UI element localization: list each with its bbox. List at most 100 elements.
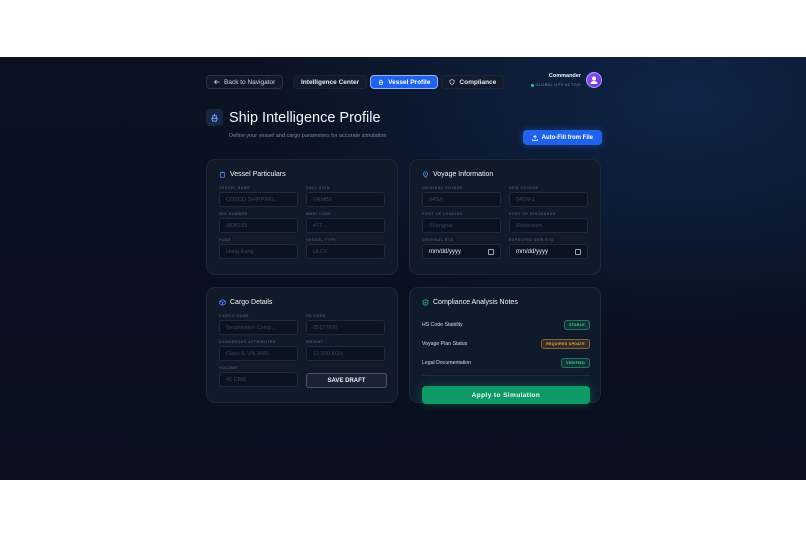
field-original-eta: ORIGINAL ETA mm/dd/yyyy bbox=[422, 238, 501, 259]
field-label: NEW VOYAGE bbox=[509, 186, 539, 190]
tab-label: Compliance bbox=[459, 78, 497, 86]
field-new-voyage: NEW VOYAGE 045W-1 bbox=[509, 186, 588, 207]
field-mmsi-code: MMSI CODE 477... bbox=[306, 212, 385, 233]
note-label: Voyage Plan Status bbox=[422, 340, 468, 347]
placeholder: Class 9, UN 3481 bbox=[226, 350, 270, 357]
cargo-fields: CARGO NAME Smartwatch Comp... HS CODE 8517… bbox=[219, 314, 387, 388]
placeholder: 477... bbox=[313, 222, 327, 229]
compliance-notes-card: Compliance Analysis Notes HS Code Stabil… bbox=[409, 287, 601, 404]
field-label: DANGEROUS ATTRIBUTES bbox=[219, 340, 276, 344]
placeholder: Shanghai bbox=[429, 222, 453, 229]
field-label: PORT OF DISCHARGE bbox=[509, 212, 557, 216]
original-voyage-input[interactable]: 045W bbox=[422, 192, 501, 207]
field-dangerous-attributes: DANGEROUS ATTRIBUTES Class 9, UN 3481 bbox=[219, 340, 298, 361]
package-icon bbox=[219, 299, 226, 306]
field-call-sign: CALL SIGN VRMB2 bbox=[306, 186, 385, 207]
avatar[interactable] bbox=[586, 72, 602, 88]
notes-title: Compliance Analysis Notes bbox=[433, 299, 518, 306]
draft-container: SAVE DRAFT bbox=[306, 366, 387, 388]
hs-code-input[interactable]: 85177900 bbox=[306, 320, 385, 335]
status-dot-icon bbox=[530, 83, 534, 87]
port-of-loading-input[interactable]: Shanghai bbox=[422, 218, 501, 233]
original-eta-input[interactable]: mm/dd/yyyy bbox=[422, 244, 501, 259]
auto-fill-label: Auto-Fill from File bbox=[541, 134, 593, 141]
placeholder: 045W bbox=[429, 196, 444, 203]
auto-fill-button[interactable]: Auto-Fill from File bbox=[522, 130, 602, 145]
cargo-name-input[interactable]: Smartwatch Comp... bbox=[219, 320, 298, 335]
upload-icon bbox=[531, 134, 538, 141]
field-label: IMO NUMBER bbox=[219, 212, 248, 216]
notes-list: HS Code Stability STABLE Voyage Plan Sta… bbox=[422, 315, 590, 372]
mmsi-code-input[interactable]: 477... bbox=[306, 218, 385, 233]
vessel-fields: VESSEL NAME COSCO SHIPPING... CALL SIGN VR… bbox=[219, 186, 387, 259]
clipboard-icon bbox=[220, 171, 225, 178]
placeholder: mm/dd/yyyy bbox=[429, 248, 462, 255]
status-badge: VERIFIED bbox=[561, 357, 590, 368]
field-label: MMSI CODE bbox=[306, 212, 332, 216]
arrow-left-icon bbox=[214, 79, 220, 85]
volume-input[interactable]: 45 CBM bbox=[219, 372, 298, 387]
placeholder: VRMB2 bbox=[313, 196, 332, 203]
list-item: HS Code Stability STABLE bbox=[422, 315, 590, 334]
user-info: Commander GLOBAL GPS ACTIVE bbox=[530, 73, 582, 87]
field-label: CALL SIGN bbox=[306, 186, 330, 190]
field-vessel-name: VESSEL NAME COSCO SHIPPING... bbox=[219, 186, 298, 207]
expected-new-eta-input[interactable]: mm/dd/yyyy bbox=[509, 244, 588, 259]
field-port-of-discharge: PORT OF DISCHARGE Rotterdam bbox=[509, 212, 588, 233]
placeholder: 12,500 KGS bbox=[313, 350, 343, 357]
card-title: Vessel Particulars bbox=[219, 171, 385, 178]
dangerous-attributes-input[interactable]: Class 9, UN 3481 bbox=[219, 346, 298, 361]
tab-label: Vessel Profile bbox=[388, 78, 431, 86]
voyage-fields: ORIGINAL VOYAGE 045W NEW VOYAGE 045W-1 POR… bbox=[422, 186, 590, 259]
nav-tabs: Intelligence Center Vessel Profile Compl… bbox=[293, 75, 505, 89]
user-name: Commander bbox=[548, 73, 581, 79]
user-menu[interactable]: Commander GLOBAL GPS ACTIVE bbox=[530, 72, 602, 88]
placeholder: COSCO SHIPPING... bbox=[226, 196, 279, 203]
status-badge: REQUIRES UPDATE bbox=[541, 338, 590, 349]
field-weight: WEIGHT 12,500 KGS bbox=[306, 340, 385, 361]
placeholder: 9826183 bbox=[226, 222, 248, 229]
field-cargo-name: CARGO NAME Smartwatch Comp... bbox=[219, 314, 298, 335]
call-sign-input[interactable]: VRMB2 bbox=[306, 192, 385, 207]
tab-intelligence-center[interactable]: Intelligence Center bbox=[293, 75, 368, 89]
location-pin-icon bbox=[423, 171, 428, 178]
tab-vessel-profile[interactable]: Vessel Profile bbox=[370, 75, 439, 89]
placeholder: 045W-1 bbox=[516, 196, 536, 203]
list-item: Voyage Plan Status REQUIRES UPDATE bbox=[422, 334, 590, 353]
save-draft-button[interactable]: SAVE DRAFT bbox=[306, 373, 387, 388]
placeholder: Hong Kong bbox=[226, 248, 254, 255]
ship-icon bbox=[378, 79, 384, 85]
calendar-icon[interactable] bbox=[575, 248, 581, 255]
imo-number-input[interactable]: 9826183 bbox=[219, 218, 298, 233]
vessel-name-input[interactable]: COSCO SHIPPING... bbox=[219, 192, 298, 207]
field-label: EXPECTED NEW ETA bbox=[509, 238, 554, 242]
list-item: Legal Documentation VERIFIED bbox=[422, 353, 590, 372]
field-original-voyage: ORIGINAL VOYAGE 045W bbox=[422, 186, 501, 207]
page-header: Ship Intelligence Profile Auto-Fill from… bbox=[206, 109, 602, 149]
flag-input[interactable]: Hong Kong bbox=[219, 244, 298, 259]
vessel-type-input[interactable]: ULCV bbox=[306, 244, 385, 259]
card-title: Cargo Details bbox=[219, 299, 385, 306]
cargo-details-card: Cargo Details CARGO NAME Smartwatch Comp.… bbox=[206, 287, 398, 403]
field-label: ORIGINAL ETA bbox=[422, 238, 454, 242]
gps-status: GLOBAL GPS ACTIVE bbox=[530, 83, 582, 87]
field-label: VESSEL TYPE bbox=[306, 238, 336, 242]
gps-status-label: GLOBAL GPS ACTIVE bbox=[535, 83, 581, 87]
page-subtitle: Define your vessel and cargo parameters … bbox=[229, 133, 387, 139]
placeholder: Smartwatch Comp... bbox=[226, 324, 276, 331]
back-to-navigator-button[interactable]: Back to Navigator bbox=[206, 75, 284, 89]
calendar-icon[interactable] bbox=[488, 248, 494, 255]
placeholder: ULCV bbox=[313, 248, 328, 255]
apply-to-simulation-button[interactable]: Apply to Simulation bbox=[422, 386, 590, 404]
placeholder: 45 CBM bbox=[226, 376, 246, 383]
weight-input[interactable]: 12,500 KGS bbox=[306, 346, 385, 361]
field-flag: FLAG Hong Kong bbox=[219, 238, 298, 259]
new-voyage-input[interactable]: 045W-1 bbox=[509, 192, 588, 207]
field-label: CARGO NAME bbox=[219, 314, 249, 318]
vessel-particulars-card: Vessel Particulars VESSEL NAME COSCO SHIP… bbox=[206, 159, 398, 275]
card-title: Compliance Analysis Notes bbox=[422, 299, 588, 306]
voyage-information-card: Voyage Information ORIGINAL VOYAGE 045W N… bbox=[409, 159, 601, 275]
port-of-discharge-input[interactable]: Rotterdam bbox=[509, 218, 588, 233]
tab-compliance[interactable]: Compliance bbox=[441, 75, 505, 89]
field-port-of-loading: PORT OF LOADING Shanghai bbox=[422, 212, 501, 233]
